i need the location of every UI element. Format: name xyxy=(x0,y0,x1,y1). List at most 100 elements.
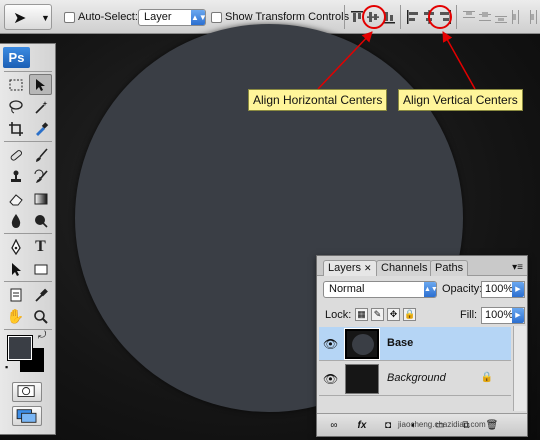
eyedropper-tool[interactable] xyxy=(29,284,52,305)
screen-mode-button[interactable] xyxy=(12,406,42,426)
move-tool-icon: ➤ xyxy=(13,10,27,27)
divider xyxy=(4,233,52,234)
lock-image-icon[interactable]: ✎ xyxy=(371,308,384,321)
close-icon[interactable]: ✕ xyxy=(364,263,372,273)
move-tool[interactable] xyxy=(29,74,52,95)
dodge-icon xyxy=(34,214,48,228)
tab-paths[interactable]: Paths xyxy=(430,260,469,276)
layers-scrollbar[interactable] xyxy=(513,326,526,411)
align-left-icon xyxy=(407,10,418,24)
slice-tool[interactable] xyxy=(29,118,52,139)
layer-thumbnail xyxy=(344,328,380,360)
zoom-tool[interactable] xyxy=(29,306,52,327)
auto-select-checkbox[interactable] xyxy=(64,12,75,23)
notes-tool[interactable] xyxy=(4,284,27,305)
toolbox: Ps T ✋ ⤾ ▪ xyxy=(0,43,56,435)
distribute-centers-icon xyxy=(479,12,491,21)
callout-align-vertical-centers: Align Vertical Centers xyxy=(398,89,523,111)
bandage-icon xyxy=(10,149,22,161)
default-colors-icon[interactable]: ▪ xyxy=(5,362,8,372)
tab-layers[interactable]: Layers ✕ xyxy=(323,260,377,276)
auto-select-label: Auto-Select: xyxy=(78,11,138,23)
distribute-right-button[interactable] xyxy=(524,9,538,25)
opacity-label: Opacity: xyxy=(442,283,483,295)
auto-select-dropdown[interactable]: Layer ▲▼ xyxy=(138,9,207,26)
arrow-to-horizontal-centers xyxy=(442,31,476,90)
dropdown-arrow-icon: ▲▼ xyxy=(424,282,438,297)
magic-wand-icon xyxy=(34,100,47,114)
show-transform-checkbox[interactable] xyxy=(211,12,222,23)
divider xyxy=(344,5,345,29)
screen-mode-icon xyxy=(16,409,37,423)
quick-mask-button[interactable] xyxy=(12,382,42,402)
eye-icon[interactable]: 👁 xyxy=(323,372,338,386)
show-transform-label: Show Transform Controls xyxy=(225,11,350,23)
healing-brush-tool[interactable] xyxy=(4,144,27,165)
layer-style-icon[interactable]: fx xyxy=(353,418,371,433)
swap-colors-icon[interactable]: ⤾ xyxy=(38,330,46,341)
rectangle-shape-icon xyxy=(34,264,47,274)
eye-icon[interactable]: 👁 xyxy=(323,337,338,351)
marquee-tool[interactable] xyxy=(4,74,27,95)
crop-tool[interactable] xyxy=(4,118,27,139)
magic-wand-tool[interactable] xyxy=(29,96,52,117)
link-layers-icon[interactable]: ∞ xyxy=(325,418,343,433)
watermark-text: jiaocheng.chazidian.com xyxy=(398,420,486,429)
lock-transparent-icon[interactable]: ▦ xyxy=(355,308,368,321)
path-selection-tool[interactable] xyxy=(4,258,27,279)
thumbnail-circle xyxy=(352,334,374,355)
foreground-color-swatch[interactable] xyxy=(7,335,33,361)
divider xyxy=(4,281,52,282)
distribute-right-icon xyxy=(530,10,537,24)
opacity-input[interactable]: 100% ▶ xyxy=(481,281,525,298)
layer-row-base[interactable]: 👁 Base xyxy=(319,327,511,361)
blend-mode-dropdown[interactable]: Normal ▲▼ xyxy=(323,281,438,298)
distribute-left-button[interactable] xyxy=(510,9,524,25)
tab-channels[interactable]: Channels xyxy=(376,260,433,276)
slider-arrow-icon[interactable]: ▶ xyxy=(512,308,524,323)
blur-tool[interactable] xyxy=(4,210,27,231)
callout-align-horizontal-centers: Align Horizontal Centers xyxy=(248,89,388,111)
clone-stamp-tool[interactable] xyxy=(4,166,27,187)
distribute-centers-button[interactable] xyxy=(478,9,492,25)
type-tool[interactable]: T xyxy=(29,236,52,257)
dodge-tool[interactable] xyxy=(29,210,52,231)
distribute-top-button[interactable] xyxy=(462,9,476,25)
stamp-icon xyxy=(10,170,21,182)
notes-icon xyxy=(10,288,21,301)
shape-tool[interactable] xyxy=(29,258,52,279)
gradient-tool[interactable] xyxy=(29,188,52,209)
tab-label: Layers xyxy=(328,262,362,274)
layer-row-background[interactable]: 👁 Background 🔒 xyxy=(319,362,511,396)
panel-tabs: Layers ✕ Channels Paths ▾≡ xyxy=(317,256,527,276)
tab-label: Channels xyxy=(381,262,428,274)
lasso-tool[interactable] xyxy=(4,96,27,117)
divider xyxy=(456,5,457,29)
eraser-tool[interactable] xyxy=(4,188,27,209)
slider-arrow-icon[interactable]: ▶ xyxy=(512,282,524,297)
hand-tool[interactable]: ✋ xyxy=(4,306,27,327)
divider xyxy=(4,141,52,142)
lock-all-icon[interactable]: 🔒 xyxy=(403,308,416,321)
eraser-icon xyxy=(8,193,23,205)
panel-menu-icon[interactable]: ▾≡ xyxy=(512,262,523,273)
distribute-bottom-icon xyxy=(495,16,507,23)
distribute-bottom-button[interactable] xyxy=(494,9,508,25)
history-brush-tool[interactable] xyxy=(29,166,52,187)
layer-thumbnail xyxy=(345,364,379,394)
gradient-icon xyxy=(34,193,47,204)
layer-name: Background xyxy=(387,372,446,384)
add-mask-icon[interactable]: ◘ xyxy=(379,418,397,433)
brush-tool[interactable] xyxy=(29,144,52,165)
crop-icon xyxy=(8,121,23,136)
history-brush-icon xyxy=(34,169,48,183)
align-left-edges-button[interactable] xyxy=(406,9,420,25)
tool-preset-picker[interactable]: ➤ ▼ xyxy=(4,4,52,30)
brush-icon xyxy=(35,147,48,162)
fill-input[interactable]: 100% ▶ xyxy=(481,307,525,324)
auto-select-value: Layer xyxy=(144,11,172,23)
lock-position-icon[interactable]: ✥ xyxy=(387,308,400,321)
lasso-icon xyxy=(8,99,23,113)
opacity-value: 100% xyxy=(485,283,514,295)
pen-tool[interactable] xyxy=(4,236,27,257)
